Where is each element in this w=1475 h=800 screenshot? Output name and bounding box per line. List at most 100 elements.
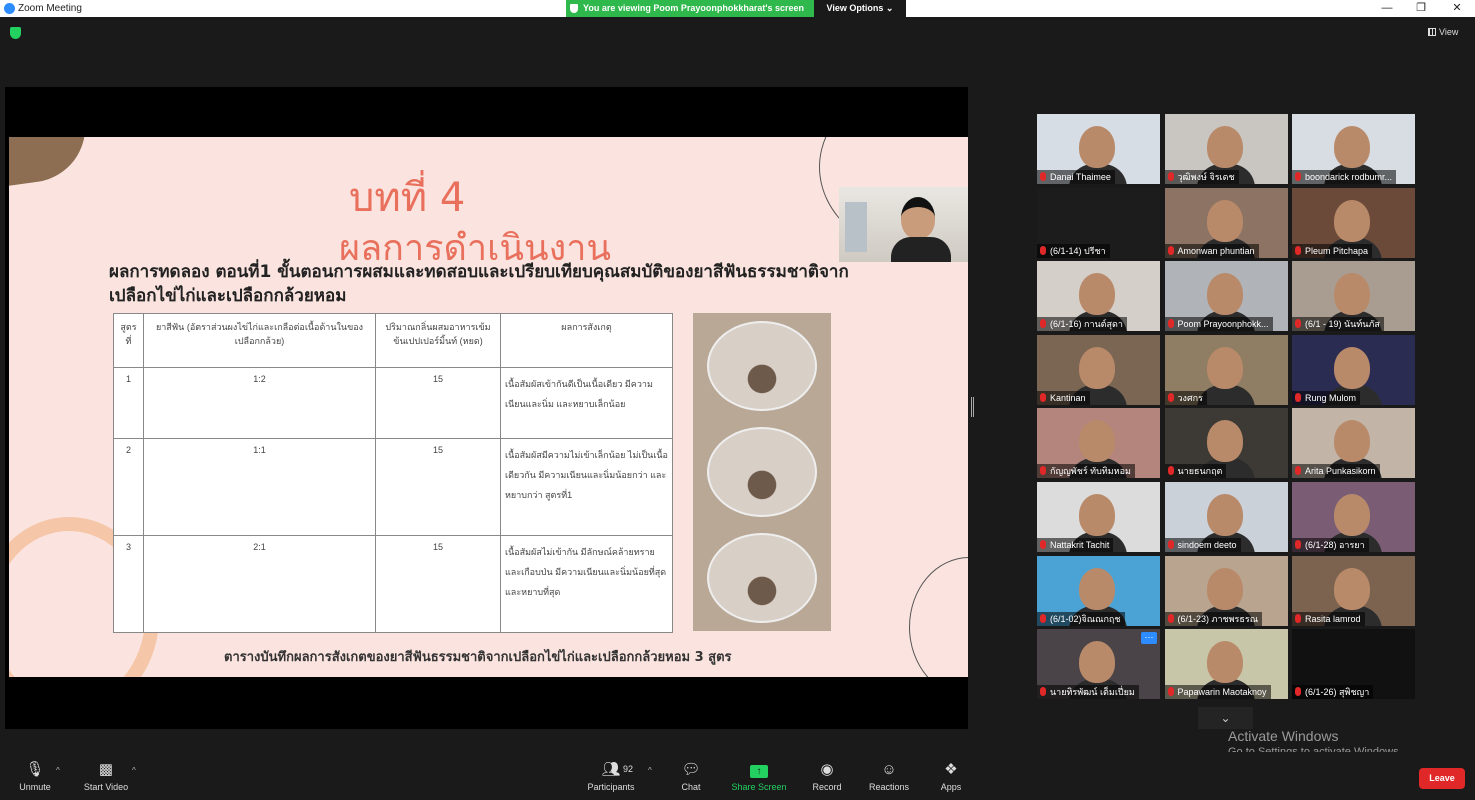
meeting-toolbar: 🎙︎ Unmute ^ ▩ Start Video ^ 👥︎ Participa… [0,752,1475,800]
participants-caret-icon[interactable]: ^ [648,766,652,775]
table-cell: 2 [113,437,144,536]
mic-muted-icon [1040,319,1046,329]
participant-face [1334,126,1370,168]
participant-tile[interactable]: Poom Prayoonphokk... [1164,261,1288,332]
view-button[interactable]: View [1428,27,1458,37]
zoom-logo-icon [4,3,15,14]
audio-options-caret-icon[interactable]: ^ [56,766,60,775]
mic-muted-icon [1167,245,1174,255]
leave-button[interactable]: Leave [1419,768,1465,789]
more-options-icon[interactable]: ··· [1141,632,1157,645]
participant-name: (6/1-26) สุพิชญา [1305,687,1370,698]
participant-tile[interactable]: วงศกร [1164,334,1288,405]
watermark-title: Activate Windows [1228,728,1339,744]
share-screen-label: Share Screen [731,782,787,792]
participant-name-bar: Pleum Pitchapa [1292,243,1373,258]
participant-tile[interactable]: กัญญพัชร์ ทับทิมหอม [1037,408,1160,479]
mic-muted-icon [1167,392,1174,402]
participant-tile[interactable]: Rasita lamrod [1292,555,1415,626]
participant-face [1334,199,1370,242]
participant-face [1206,494,1243,536]
share-banner-text: You are viewing Poom Prayoonphokkharat's… [583,3,805,13]
participant-face [1334,494,1370,536]
view-options-button[interactable]: View Options ⌄ [814,0,906,17]
mic-muted-icon [1040,540,1046,549]
encryption-shield-icon[interactable] [10,27,21,39]
chat-button[interactable]: 💬︎ Chat [676,762,706,793]
minimize-icon[interactable]: — [1370,1,1404,16]
participant-name-bar: Arita Punkasikorn [1292,464,1380,479]
results-table: สูตร ที่ ยาสีฟัน (อัตราส่วนผงไข่ไก่และเก… [113,312,673,634]
participant-tile[interactable]: sindoem deeto [1164,482,1288,552]
slide-heading: ผลการทดลอง ตอนที่1 ขั้นตอนการผสมและทดสอบ… [109,262,849,306]
unmute-label: Unmute [19,782,51,792]
participant-tile[interactable]: วุฒิพงษ์ จิรเดช [1164,114,1288,184]
table-cell: 15 [375,437,501,536]
participants-count: 92 [623,764,634,774]
reactions-icon: ☺ [881,761,897,778]
participant-tile[interactable]: Danai Thaimee [1037,114,1160,184]
maximize-icon[interactable]: ❐ [1404,1,1438,16]
participant-tile[interactable]: Pleum Pitchapa [1292,187,1415,258]
participant-name-bar: Danai Thaimee [1037,170,1115,184]
participant-name-bar: sindoem deeto [1164,538,1241,552]
participant-tile[interactable]: Kantinan [1037,334,1160,405]
participant-face [1079,273,1115,316]
table-row: 1 1:2 15 เนื้อสัมผัสเข้ากันดีเป็นเนื้อเด… [113,367,673,439]
participant-tile[interactable]: นายธนกฤต [1164,408,1288,479]
participant-name: (6/1-02)จิณณกฤช [1050,613,1121,624]
table-cell: 2:1 [143,534,376,634]
participant-tile[interactable]: (6/1-28) อารยา [1292,482,1415,552]
presenter-head [901,197,935,239]
table-row: 2 1:1 15 เนื้อสัมผัสมีความไม่เข้าเล็กน้อ… [113,437,673,536]
participant-tile[interactable]: Rung Mulom [1292,334,1415,405]
participant-name-bar: วุฒิพงษ์ จิรเดช [1164,170,1239,184]
participant-name-bar: Amonwan phuntian [1164,243,1259,258]
participant-name: (6/1-14) ปรีชา [1050,245,1106,256]
table-header: ยาสีฟัน (อัตราส่วนผงไข่ไก่และเกลือต่อเนื… [143,312,376,369]
mic-muted-icon [1167,540,1174,549]
start-video-button[interactable]: ▩ Start Video [80,762,132,793]
participant-tile[interactable]: boondarick rodbumr... [1292,114,1415,184]
record-icon: ◉ [820,761,834,778]
close-icon[interactable]: ✕ [1440,1,1474,16]
participant-name-bar: วงศกร [1164,390,1207,405]
participant-face [1334,346,1370,389]
participant-tile[interactable]: (6/1-16) กานต์สุดา [1037,261,1160,332]
mic-muted-icon [1167,172,1174,181]
record-button[interactable]: ◉ Record [808,761,846,793]
slide-caption: ตารางบันทึกผลการสังเกตของยาสีฟันธรรมชาติ… [224,650,732,665]
participant-name: Pleum Pitchapa [1305,245,1369,256]
participant-tile[interactable]: (6/1 - 19) นันท์นภัส [1292,261,1415,332]
reactions-button[interactable]: ☺ Reactions [866,761,912,793]
mic-muted-icon [1167,466,1174,476]
participant-face [1079,126,1115,168]
participant-tile[interactable]: ··· นายทิรพัฒน์ เต็มเปี่ยม [1037,629,1160,700]
mic-muted-icon [1295,319,1301,329]
video-options-caret-icon[interactable]: ^ [132,766,136,775]
unmute-button[interactable]: 🎙︎ Unmute [14,762,56,793]
table-header: ปริมาณกลิ่นผสมอาหารเข้มข้นเปปเปอร์มิ้นท์… [375,312,501,369]
participant-tile[interactable]: Arita Punkasikorn [1292,408,1415,479]
participant-tile[interactable]: (6/1-23) ภาชพรธรณ [1164,555,1288,626]
participant-name-bar: (6/1-23) ภาชพรธรณ [1164,611,1263,626]
participant-tile[interactable]: (6/1-02)จิณณกฤช [1037,555,1160,626]
apps-button[interactable]: ❖ Apps [936,762,966,793]
mic-muted-icon [1295,466,1301,476]
participant-tile[interactable]: (6/1-14) ปรีชา [1037,187,1160,258]
participant-tile[interactable]: (6/1-26) สุพิชญา [1292,629,1415,700]
splitter-handle[interactable] [971,397,974,417]
shared-screen: บทที่ 4 ผลการดำเนินงาน ผลการทดลอง ตอนที่… [5,87,968,729]
participant-name: Rasita lamrod [1305,613,1361,624]
gallery-next-page-button[interactable]: ⌄ [1198,707,1253,729]
participant-name-bar: (6/1-16) กานต์สุดา [1037,317,1127,332]
participant-tile[interactable]: Nattakrit Tachit [1037,482,1160,552]
mic-muted-icon [1167,319,1174,329]
participant-tile[interactable]: Papawarin Maotaknoy [1164,629,1288,700]
participant-name: วงศกร [1177,392,1203,403]
participant-tile[interactable]: Amonwan phuntian [1164,187,1288,258]
participant-name: (6/1-16) กานต์สุดา [1050,319,1123,330]
share-screen-button[interactable]: ↑ Share Screen [730,762,788,792]
participant-face [1079,420,1115,463]
participant-name-bar: Poom Prayoonphokk... [1164,317,1273,332]
